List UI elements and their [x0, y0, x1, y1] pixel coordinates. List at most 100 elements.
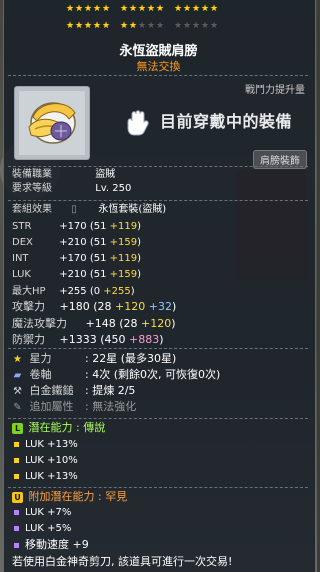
stat-name: 最大HP [12, 286, 46, 297]
item-icon-frame[interactable] [14, 86, 90, 160]
starforce-value: : 22星 (最多30星) [85, 352, 177, 365]
potential-label: 潛在能力 [28, 421, 73, 434]
bullet-icon [14, 542, 19, 548]
star-icon: ★ [129, 21, 139, 31]
attack-enhance: +32 [148, 300, 172, 313]
empty-star-icon: ★ [192, 21, 202, 31]
defense-label: 防禦力 [12, 333, 45, 346]
bonus-potential-line: LUK +5% [14, 523, 71, 535]
bonus-potential-line: LUK +7% [14, 507, 71, 519]
bonus-potential-label: 附加潛在能力 [28, 490, 95, 503]
req-job-value: 盜賊 [95, 169, 116, 180]
bullet-icon [14, 441, 19, 447]
bullet-icon [14, 473, 19, 479]
potential-header: L 潛在能力 : 傳說 [12, 422, 105, 434]
item-icon [19, 91, 85, 155]
divider [8, 75, 308, 76]
pointing-hand-icon [124, 108, 152, 142]
starforce-row: ★ 星力 : 22星 (最多30星) [12, 353, 176, 365]
stat-row: DEX +210 (51 +159) [12, 237, 141, 249]
set-effect-row[interactable]: 套組效果 ▯ 永恆套裝(盜賊) [12, 204, 166, 216]
stat-bonus: +255 [103, 286, 131, 297]
stat-name: INT [12, 253, 29, 264]
req-level-label: 要求等級 [12, 183, 52, 194]
star-icon: ★ [129, 4, 139, 14]
stat-bonus: +159 [109, 237, 138, 248]
star-icon: ★ [93, 21, 103, 31]
legendary-grade-icon: L [12, 422, 23, 434]
star-icon: ★ [138, 4, 148, 14]
stat-close: ) [137, 237, 142, 248]
scroll-icon: ▰ [13, 369, 22, 381]
stat-row: STR +170 (51 +119) [12, 221, 141, 233]
shoulder-icon [28, 102, 76, 144]
stat-total: +210 [59, 237, 87, 248]
extra-option-label: 追加屬性 [29, 400, 74, 413]
stat-close: ) [137, 269, 142, 280]
potential-line-text: LUK +10% [25, 455, 78, 466]
potential-line-text: LUK +13% [25, 471, 78, 482]
star-icon: ★ [66, 4, 76, 14]
attack-close: ) [171, 300, 177, 313]
hammer-row: ⚒ 白金鐵鎚 : 提煉 2/5 [12, 385, 135, 397]
defense-base: (450 [100, 333, 126, 346]
star-icon: ★ [183, 4, 193, 14]
scroll-label: 卷軸 [29, 368, 52, 381]
stat-bonus: +159 [109, 269, 138, 280]
divider [8, 418, 308, 419]
stat-bonus: +119 [109, 253, 138, 264]
magic-attack-bonus: +120 [141, 317, 172, 330]
empty-star-icon: ★ [210, 21, 220, 31]
stat-base: (51 [89, 269, 107, 280]
star-icon: ★ [75, 4, 85, 14]
divider [8, 487, 308, 488]
unique-grade-icon: U [12, 491, 23, 503]
item-name: 永恆盜賊肩膀 [119, 44, 198, 59]
set-effect-value: 永恆套裝(盜賊) [98, 204, 167, 215]
star-icon: ★ [102, 21, 112, 31]
empty-star-icon: ★ [156, 21, 166, 31]
trade-status: 無法交換 [136, 60, 181, 73]
stat-close: ) [130, 286, 135, 297]
starforce-label: 星力 [29, 352, 52, 365]
attack-row: 攻擊力 +180 (28 +120 +32) [12, 301, 176, 313]
wrench-icon: ✎ [13, 401, 22, 413]
defense-total: +1333 [59, 333, 97, 346]
stat-row: INT +170 (51 +119) [12, 253, 141, 265]
star-icon: ★ [84, 21, 94, 31]
bonus-potential-line: 移動速度 +9 [14, 539, 89, 551]
req-job-row: 裝備職業 盜賊 [12, 169, 115, 181]
defense-close: ) [159, 333, 164, 346]
stat-total: +170 [59, 221, 87, 232]
stat-base: (51 [89, 237, 107, 248]
magic-attack-base: (28 [119, 317, 138, 330]
star-icon: ★ [75, 21, 85, 31]
star-icon: ★ [93, 4, 103, 14]
bonus-potential-line-text: 移動速度 +9 [25, 538, 89, 551]
stat-name: DEX [12, 237, 33, 248]
trade-hint: 若使用白金神奇剪刀, 該道具可進行一次交易! [12, 555, 233, 568]
star-icon: ★ [156, 4, 166, 14]
magic-attack-total: +148 [85, 317, 116, 330]
equipped-status: 目前穿戴中的裝備 [160, 112, 293, 131]
scroll-value: : 4次 (剩餘0次, 可恢復0次) [85, 368, 221, 381]
bullet-icon [14, 525, 19, 531]
stat-row: LUK +210 (51 +159) [12, 269, 141, 281]
req-level-value: Lv. 250 [95, 183, 132, 194]
star-icon: ★ [102, 4, 112, 14]
stat-close: ) [137, 253, 142, 264]
magic-close: ) [171, 317, 176, 330]
star-icon: ★ [174, 4, 184, 14]
req-job-label: 裝備職業 [12, 169, 52, 180]
bullet-icon [14, 509, 19, 515]
stat-row: 最大HP +255 (0 +255) [12, 286, 135, 298]
defense-bonus: +883 [129, 333, 160, 346]
stat-total: +255 [59, 286, 87, 297]
stat-total: +210 [59, 269, 87, 280]
empty-star-icon: ★ [138, 21, 148, 31]
hammer-value: : 提煉 2/5 [85, 384, 136, 397]
divider [8, 348, 308, 349]
attack-bonus: +120 [115, 300, 146, 313]
stat-total: +170 [59, 253, 87, 264]
set-effect-label: 套組效果 [12, 204, 52, 215]
